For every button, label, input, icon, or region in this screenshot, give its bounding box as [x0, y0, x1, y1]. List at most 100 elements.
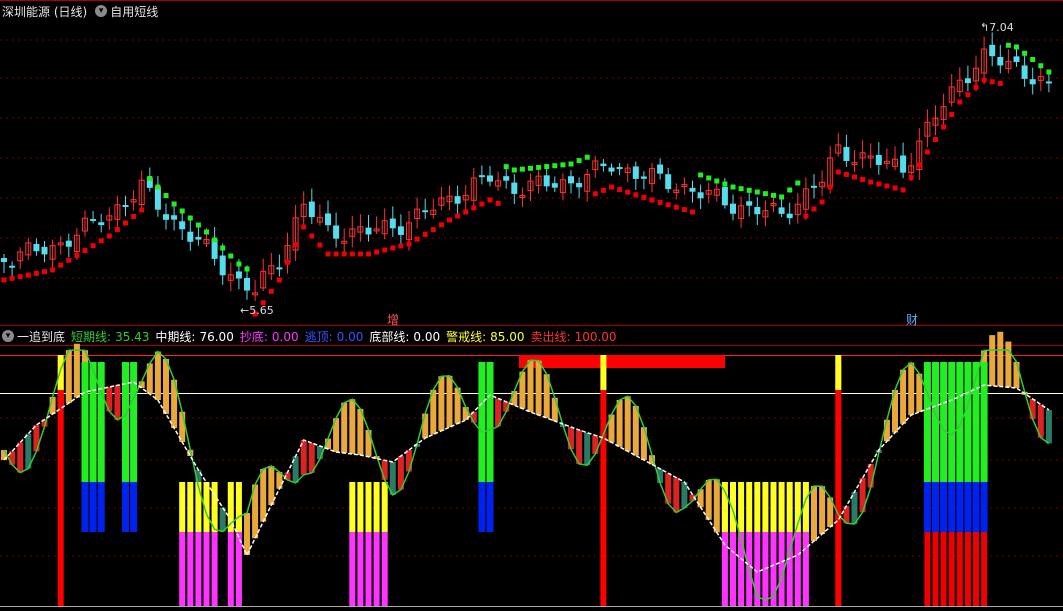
candle-body	[179, 221, 186, 230]
candle-body	[195, 236, 202, 240]
trend-dot	[317, 242, 323, 248]
trend-dot	[819, 199, 825, 205]
indicator-bar	[908, 362, 915, 415]
indicator-bar	[592, 435, 599, 455]
trend-dot	[349, 251, 355, 257]
escape-bar-green	[932, 362, 939, 482]
candle-body	[964, 78, 971, 84]
trend-dot	[50, 267, 56, 273]
candle-body	[746, 201, 753, 206]
trend-dot	[325, 251, 331, 257]
indicator-bar	[154, 351, 161, 400]
candle-body	[697, 192, 704, 199]
candle-body	[41, 246, 48, 255]
trend-dot	[544, 164, 550, 170]
escape-bar-green	[486, 362, 494, 482]
trend-dot	[989, 79, 995, 85]
legend-value: 0.00	[336, 329, 364, 344]
trend-dot	[860, 177, 866, 182]
trend-dot	[220, 245, 226, 251]
trend-dot	[244, 266, 250, 272]
escape-bar-green	[980, 362, 988, 482]
indicator-bar	[422, 413, 429, 438]
trend-dot	[195, 222, 201, 228]
candle-body	[422, 210, 429, 213]
trend-dot	[738, 186, 744, 192]
escape-bar-blue	[980, 482, 988, 532]
trend-dot	[479, 201, 485, 207]
trend-dot	[884, 183, 890, 189]
indicator-dropdown[interactable]: ▾ 一追到底	[2, 328, 71, 345]
trend-dot	[852, 174, 857, 180]
trend-dot	[341, 251, 347, 257]
bottom-bar-magenta	[203, 532, 210, 606]
candle-body	[511, 182, 518, 194]
trend-dot	[42, 269, 47, 275]
candle-body	[503, 176, 510, 181]
escape-bar-blue	[89, 482, 97, 532]
chart-canvas[interactable]: ↰7.04 ←5.65 增 财	[0, 0, 1063, 611]
indicator-panel-header: ▾ 一追到底 短期线: 35.43 中期线: 76.00 抄底: 0.00 逃顶: 0.00 底…	[0, 326, 623, 346]
trend-dot	[98, 238, 104, 244]
candle-body	[632, 166, 639, 179]
trend-dot	[868, 179, 874, 185]
bottom-bar-yellow	[770, 482, 777, 532]
trend-dot	[171, 201, 177, 207]
candle-body	[454, 196, 461, 204]
trend-dot	[908, 174, 914, 180]
indicator-bar	[33, 425, 40, 452]
trend-dot	[276, 277, 282, 283]
indicator-bar	[1045, 410, 1052, 444]
trend-dot	[714, 178, 720, 184]
trend-dot	[876, 181, 882, 187]
escape-bar-blue	[486, 482, 494, 532]
escape-bar-green	[940, 362, 948, 482]
bottom-bar-yellow	[746, 482, 753, 532]
indicator-bar	[811, 486, 817, 541]
escape-bar-blue	[956, 482, 964, 532]
bottom-bar-magenta	[730, 532, 736, 606]
bottom-bar-yellow	[349, 482, 356, 532]
signal-bar-red	[835, 360, 842, 606]
trend-dot	[131, 214, 137, 219]
indicator-bar	[900, 369, 907, 424]
signal-stub-red	[948, 532, 955, 606]
indicator-bar	[260, 468, 267, 522]
candle-body	[397, 226, 404, 235]
trend-dot	[997, 81, 1003, 86]
trend-dot	[1022, 50, 1028, 56]
escape-bar-green	[89, 362, 97, 482]
trend-dot	[58, 262, 64, 268]
indicator-name: 一追到底	[17, 329, 66, 344]
bottom-bar-yellow	[179, 482, 186, 532]
indicator-bar	[381, 460, 388, 480]
trend-dot	[406, 241, 412, 247]
trend-dot	[1046, 69, 1052, 75]
candle-body	[600, 163, 607, 167]
trend-dot	[1030, 57, 1036, 62]
candle-body	[487, 175, 493, 182]
candle-body	[551, 183, 558, 188]
indicator-bar	[551, 397, 558, 421]
trend-dot	[268, 288, 274, 294]
indicator-bar	[535, 360, 542, 415]
trend-dot	[382, 247, 388, 253]
candle-body	[543, 175, 550, 187]
candle-body	[9, 265, 16, 268]
trend-dot	[139, 207, 145, 213]
signal-stub-red	[932, 532, 939, 606]
indicator-bar	[17, 442, 24, 473]
indicator-bar	[349, 399, 356, 454]
trend-dot	[236, 261, 242, 267]
indicator-bar	[65, 350, 72, 403]
trend-dot	[123, 220, 128, 226]
indicator-bar	[819, 486, 826, 534]
escape-bar-green	[478, 362, 486, 482]
trend-dot	[957, 99, 963, 105]
trend-dot	[66, 257, 72, 263]
candle-body	[235, 271, 242, 279]
trend-dot	[179, 208, 185, 214]
indicator-bar	[713, 479, 720, 533]
indicator-bar	[244, 512, 250, 555]
trend-dot	[827, 184, 833, 190]
